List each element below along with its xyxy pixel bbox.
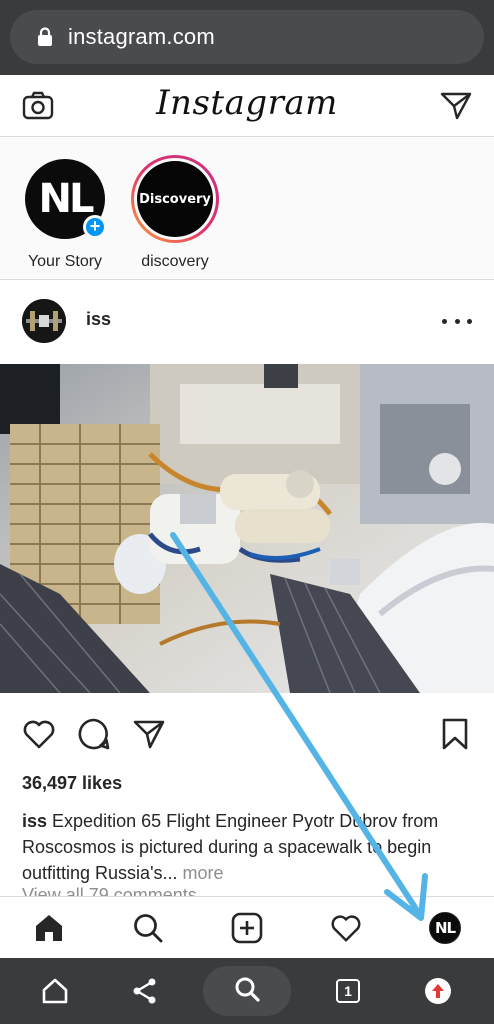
story-your-story[interactable]: NL + Your Story <box>10 155 120 271</box>
url-bar[interactable]: instagram.com <box>10 10 484 64</box>
stories-tray: NL + Your Story Discovery discovery <box>0 137 494 280</box>
more-options-icon[interactable] <box>442 309 472 333</box>
post-username[interactable]: iss <box>86 309 111 330</box>
caption-text: Expedition 65 Flight Engineer Pyotr Dubr… <box>22 811 439 883</box>
profile-avatar[interactable]: NL <box>428 911 462 945</box>
browser-top-bar: instagram.com <box>0 0 494 75</box>
new-post-icon[interactable] <box>230 911 264 945</box>
story-label: discovery <box>141 253 209 270</box>
story-label: Your Story <box>27 253 103 270</box>
share-icon[interactable] <box>132 717 166 751</box>
story-discovery[interactable]: Discovery discovery <box>120 155 230 271</box>
post-actions <box>0 693 494 773</box>
activity-heart-icon[interactable] <box>329 911 363 945</box>
avatar: NL <box>429 912 461 944</box>
post-avatar[interactable] <box>22 299 66 343</box>
browser-share-icon[interactable] <box>129 975 161 1007</box>
story-ring: Discovery <box>131 155 219 243</box>
discovery-avatar: Discovery <box>137 161 213 237</box>
view-comments-link[interactable]: View all 79 comments <box>22 884 197 896</box>
instagram-logo[interactable]: Instagram <box>0 83 494 123</box>
lock-icon <box>36 26 54 48</box>
post-image[interactable] <box>0 364 494 693</box>
comment-icon[interactable] <box>77 717 111 751</box>
save-bookmark-icon[interactable] <box>438 717 472 751</box>
browser-search-button[interactable] <box>203 966 291 1016</box>
like-heart-icon[interactable] <box>22 717 56 751</box>
caption-more-link[interactable]: more <box>178 863 224 883</box>
browser-home-icon[interactable] <box>39 975 71 1007</box>
search-icon[interactable] <box>131 911 165 945</box>
direct-message-icon[interactable] <box>440 91 472 121</box>
instagram-header: Instagram <box>0 75 494 137</box>
instagram-bottom-nav: NL <box>0 896 494 958</box>
home-icon[interactable] <box>32 911 66 945</box>
browser-search-icon <box>233 975 261 1008</box>
url-text: instagram.com <box>68 24 215 49</box>
tab-count: 1 <box>336 979 360 1003</box>
add-story-icon[interactable]: + <box>83 215 107 239</box>
caption-username[interactable]: iss <box>22 811 47 831</box>
post-header: iss <box>0 281 494 364</box>
post-caption: iss Expedition 65 Flight Engineer Pyotr … <box>22 808 474 886</box>
story-ring: NL + <box>21 155 109 243</box>
browser-bottom-bar: 1 <box>0 958 494 1024</box>
browser-update-icon[interactable] <box>422 975 454 1007</box>
browser-tabs-button[interactable]: 1 <box>332 975 364 1007</box>
likes-count[interactable]: 36,497 likes <box>22 773 122 794</box>
